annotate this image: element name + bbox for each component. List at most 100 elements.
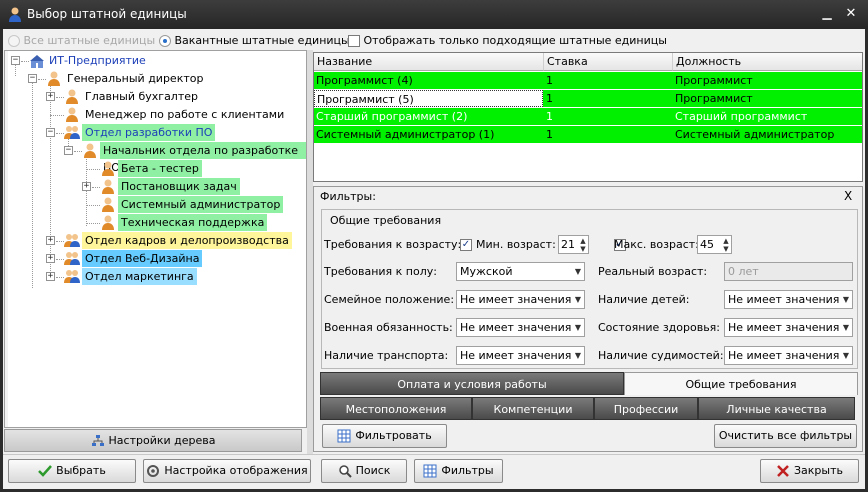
- tree-settings-icon: [91, 435, 104, 446]
- tab-professions[interactable]: Профессии: [594, 397, 698, 420]
- all-units-option[interactable]: Все штатные единицы: [8, 33, 155, 49]
- tree-node-sysadmin[interactable]: Системный администратор: [118, 196, 284, 213]
- general-requirements-group: Общие требования: [321, 209, 858, 369]
- tree-node-client-manager[interactable]: Менеджер по работе с клиентами: [82, 106, 287, 123]
- chevron-down-icon: ▼: [842, 323, 849, 332]
- column-header-position[interactable]: Должность: [673, 53, 862, 71]
- tree-node-chief-accountant[interactable]: Главный бухгалтер: [82, 88, 201, 105]
- chevron-down-icon: ▼: [574, 351, 581, 360]
- cell-position: Системный администратор: [675, 128, 835, 141]
- cell-rate: 1: [546, 74, 553, 87]
- table-row[interactable]: Системный администратор (1) 1 Системный …: [314, 126, 862, 143]
- person-icon: [102, 197, 114, 212]
- children-select[interactable]: Не имеет значения ▼: [724, 290, 853, 309]
- units-grid[interactable]: Название Ставка Должность Программист (4…: [313, 52, 863, 182]
- min-age-checkbox[interactable]: ✓: [460, 239, 472, 251]
- health-label: Состояние здоровья:: [598, 321, 721, 334]
- cell-position: Программист: [675, 92, 753, 105]
- group-icon: [64, 270, 80, 283]
- tree-node-dev-head[interactable]: Начальник отдела по разработке ПО: [100, 142, 306, 174]
- filter-icon: [337, 429, 351, 443]
- cell-name: Программист (4): [316, 74, 413, 87]
- filters-panel: Фильтры: X Общие требования Требования к…: [313, 186, 863, 452]
- real-age-field: 0 лет: [724, 262, 853, 281]
- military-duty-select[interactable]: Не имеет значения ▼: [456, 318, 585, 337]
- tree-node-support[interactable]: Техническая поддержка: [118, 214, 268, 231]
- tree-node-dev-department[interactable]: Отдел разработки ПО: [82, 124, 216, 141]
- radio-vacant[interactable]: [159, 35, 171, 47]
- age-requirements-label: Требования к возрасту:: [324, 238, 462, 251]
- children-label: Наличие детей:: [598, 293, 690, 306]
- display-settings-button[interactable]: Настройка отображения: [143, 459, 311, 483]
- filters-button[interactable]: Фильтры: [414, 459, 503, 483]
- tab-general-requirements[interactable]: Общие требования: [624, 372, 858, 395]
- filters-close-button[interactable]: X: [844, 189, 858, 203]
- group-icon: [64, 234, 80, 247]
- cell-rate: 1: [546, 110, 553, 123]
- transport-select[interactable]: Не имеет значения ▼: [456, 346, 585, 365]
- tree-scrollbar[interactable]: [5, 51, 8, 427]
- company-icon: [30, 55, 44, 68]
- gender-requirements-label: Требования к полу:: [324, 265, 437, 278]
- chevron-down-icon: ▼: [574, 295, 581, 304]
- criminal-record-select[interactable]: Не имеет значения ▼: [724, 346, 853, 365]
- tab-locations[interactable]: Местоположения: [320, 397, 472, 420]
- cell-name: Программист (5): [314, 90, 543, 107]
- divider: [3, 454, 865, 455]
- tree-node-root[interactable]: ИТ-Предприятие: [46, 52, 149, 69]
- tab-payment-conditions[interactable]: Оплата и условия работы: [320, 372, 624, 395]
- health-select[interactable]: Не имеет значения ▼: [724, 318, 853, 337]
- person-icon: [66, 107, 78, 122]
- close-x-icon: [777, 465, 789, 477]
- min-age-stepper[interactable]: 21 ▲ ▼: [558, 235, 589, 254]
- cell-name: Системный администратор (1): [316, 128, 495, 141]
- close-button[interactable]: Закрыть: [760, 459, 859, 483]
- vacant-units-option[interactable]: Вакантные штатные единицы: [159, 33, 350, 49]
- filters-title: Фильтры:: [320, 190, 376, 203]
- tree-node-task-setter[interactable]: Постановщик задач: [118, 178, 240, 195]
- tree-node-beta-tester[interactable]: Бета - тестер: [118, 160, 202, 177]
- person-icon: [9, 7, 21, 22]
- minimize-button[interactable]: ▁: [820, 7, 834, 22]
- chevron-down-icon: ▼: [574, 323, 581, 332]
- only-matching-option[interactable]: Отображать только подходящие штатные еди…: [348, 33, 667, 49]
- max-age-stepper[interactable]: 45 ▲ ▼: [697, 235, 732, 254]
- column-header-rate[interactable]: Ставка: [544, 53, 673, 71]
- cell-position: Старший программист: [675, 110, 808, 123]
- column-header-name[interactable]: Название: [314, 53, 544, 71]
- select-button[interactable]: Выбрать: [8, 459, 136, 483]
- gender-select[interactable]: Мужской ▼: [456, 262, 585, 281]
- chevron-down-icon: ▼: [842, 351, 849, 360]
- org-tree[interactable]: − ИТ-Предприятие − Генеральный директор …: [4, 50, 307, 428]
- chevron-down-icon: ▼: [842, 295, 849, 304]
- transport-label: Наличие транспорта:: [324, 349, 449, 362]
- cell-name: Старший программист (2): [316, 110, 468, 123]
- cell-rate: 1: [546, 92, 553, 105]
- tree-node-director[interactable]: Генеральный директор: [64, 70, 206, 87]
- tab-competencies[interactable]: Компетенции: [472, 397, 594, 420]
- min-age-label: Мин. возраст:: [476, 238, 556, 251]
- close-window-button[interactable]: ✕: [843, 6, 859, 22]
- real-age-label: Реальный возраст:: [598, 265, 708, 278]
- tree-node-web-department[interactable]: Отдел Веб-Дизайна: [82, 250, 203, 267]
- clear-filters-button[interactable]: Очистить все фильтры: [714, 424, 857, 448]
- tree-node-marketing-department[interactable]: Отдел маркетинга: [82, 268, 197, 285]
- table-row[interactable]: Программист (4) 1 Программист: [314, 72, 862, 89]
- window-title: Выбор штатной единицы: [27, 7, 187, 21]
- search-button[interactable]: Поиск: [321, 459, 407, 483]
- person-icon: [84, 143, 96, 158]
- person-icon: [102, 179, 114, 194]
- only-matching-checkbox[interactable]: [348, 35, 360, 47]
- search-icon: [338, 465, 352, 478]
- family-status-select[interactable]: Не имеет значения ▼: [456, 290, 585, 309]
- tree-node-hr-department[interactable]: Отдел кадров и делопроизводства: [82, 232, 292, 249]
- title-bar: Выбор штатной единицы ▁ ✕: [0, 0, 868, 29]
- radio-all[interactable]: [8, 35, 20, 47]
- filter-icon: [423, 464, 437, 478]
- table-row[interactable]: Программист (5) 1 Программист: [314, 90, 862, 107]
- tree-settings-button[interactable]: Настройки дерева: [4, 429, 302, 452]
- tab-personal-qualities[interactable]: Личные качества: [698, 397, 855, 420]
- apply-filter-button[interactable]: Фильтровать: [322, 424, 447, 448]
- settings-icon: [147, 465, 160, 477]
- table-row[interactable]: Старший программист (2) 1 Старший програ…: [314, 108, 862, 125]
